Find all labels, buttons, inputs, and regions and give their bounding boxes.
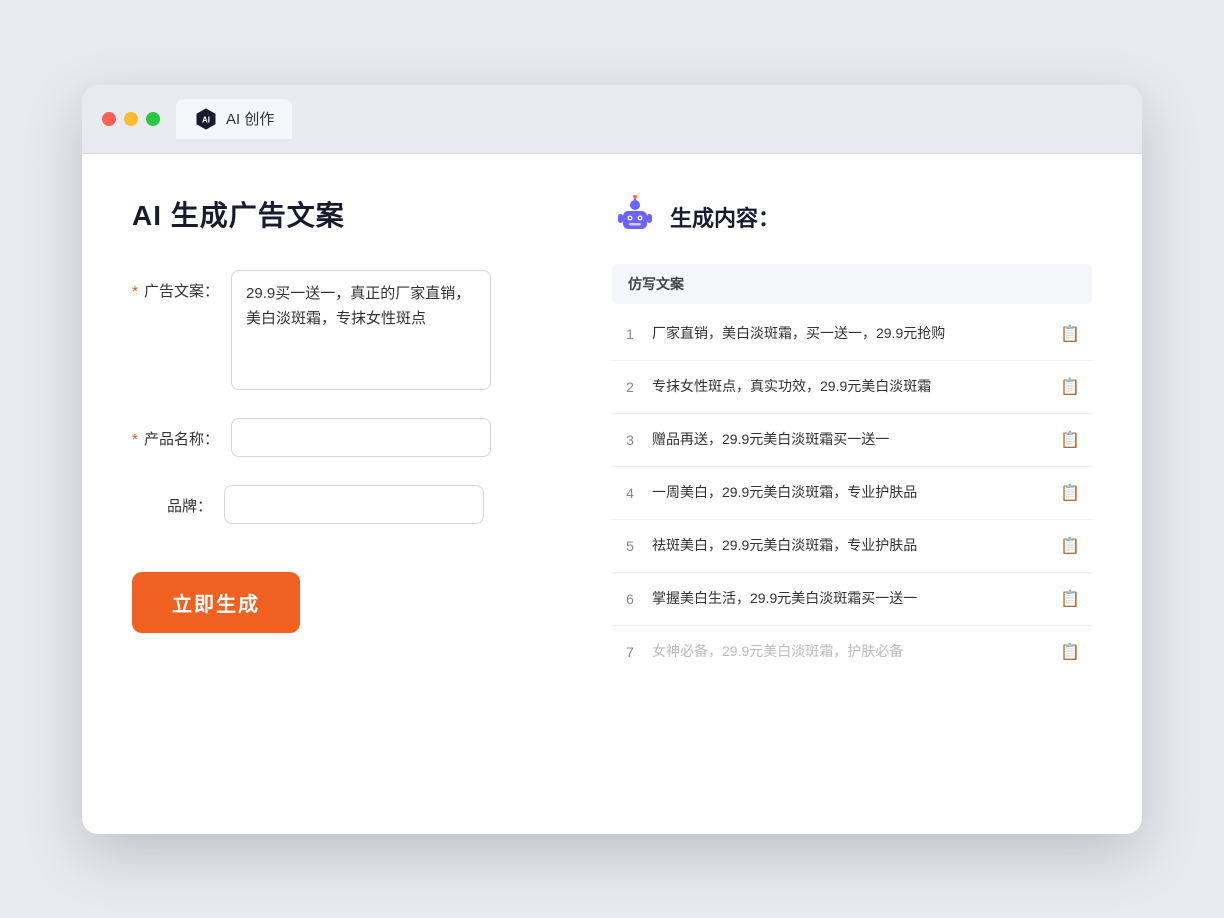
tab-label: AI 创作 <box>226 108 274 129</box>
input-brand[interactable]: 好白 <box>224 485 484 524</box>
list-item: 4 一周美白，29.9元美白淡斑霜，专业护肤品 📋 <box>612 467 1092 520</box>
list-item: 3 赠品再送，29.9元美白淡斑霜买一送一 📋 <box>612 414 1092 467</box>
generate-button[interactable]: 立即生成 <box>132 572 300 633</box>
label-product-name: * 产品名称： <box>132 418 219 449</box>
row-index: 2 <box>620 379 640 395</box>
input-product-name[interactable]: 美白淡斑霜 <box>231 418 491 457</box>
minimize-button[interactable] <box>124 112 138 126</box>
required-star-ad-copy: * <box>132 283 138 300</box>
titlebar: AI AI 创作 <box>82 85 1142 154</box>
copy-button[interactable]: 📋 <box>1056 375 1084 399</box>
left-panel: AI 生成广告文案 * 广告文案： 29.9买一送一，真正的厂家直销，美白淡斑霜… <box>132 194 552 794</box>
browser-tab[interactable]: AI AI 创作 <box>176 99 292 139</box>
result-table-header: 仿写文案 <box>612 264 1092 304</box>
form-group-product-name: * 产品名称： 美白淡斑霜 <box>132 418 552 457</box>
row-index: 4 <box>620 485 640 501</box>
browser-window: AI AI 创作 AI 生成广告文案 * 广告文案： 29.9买一送一，真正的厂… <box>82 85 1142 834</box>
page-title: AI 生成广告文案 <box>132 194 552 234</box>
robot-icon <box>612 194 658 240</box>
label-ad-copy: * 广告文案： <box>132 270 219 301</box>
copy-button[interactable]: 📋 <box>1056 640 1084 664</box>
copy-button[interactable]: 📋 <box>1056 481 1084 505</box>
row-text: 一周美白，29.9元美白淡斑霜，专业护肤品 <box>652 482 1044 503</box>
copy-button[interactable]: 📋 <box>1056 322 1084 346</box>
form-group-ad-copy: * 广告文案： 29.9买一送一，真正的厂家直销，美白淡斑霜，专抹女性斑点 <box>132 270 552 390</box>
list-item: 5 祛斑美白，29.9元美白淡斑霜，专业护肤品 📋 <box>612 520 1092 573</box>
close-button[interactable] <box>102 112 116 126</box>
traffic-lights <box>102 112 160 126</box>
maximize-button[interactable] <box>146 112 160 126</box>
row-index: 6 <box>620 591 640 607</box>
row-index: 3 <box>620 432 640 448</box>
row-index: 1 <box>620 326 640 342</box>
required-star-product-name: * <box>132 431 138 448</box>
row-text: 掌握美白生活，29.9元美白淡斑霜买一送一 <box>652 588 1044 609</box>
form-group-brand: 品牌： 好白 <box>132 485 552 524</box>
svg-text:AI: AI <box>202 115 210 124</box>
list-item: 2 专抹女性斑点，真实功效，29.9元美白淡斑霜 📋 <box>612 361 1092 414</box>
row-text: 厂家直销，美白淡斑霜，买一送一，29.9元抢购 <box>652 323 1044 344</box>
list-item: 1 厂家直销，美白淡斑霜，买一送一，29.9元抢购 📋 <box>612 308 1092 361</box>
ai-icon: AI <box>194 107 218 131</box>
row-text: 专抹女性斑点，真实功效，29.9元美白淡斑霜 <box>652 376 1044 397</box>
copy-button[interactable]: 📋 <box>1056 428 1084 452</box>
row-text: 祛斑美白，29.9元美白淡斑霜，专业护肤品 <box>652 535 1044 556</box>
row-index: 7 <box>620 644 640 660</box>
copy-button[interactable]: 📋 <box>1056 587 1084 611</box>
label-brand: 品牌： <box>132 485 212 516</box>
list-item: 7 女神必备，29.9元美白淡斑霜，护肤必备 📋 <box>612 626 1092 678</box>
result-title: 生成内容： <box>670 201 780 233</box>
list-item: 6 掌握美白生活，29.9元美白淡斑霜买一送一 📋 <box>612 573 1092 626</box>
row-index: 5 <box>620 538 640 554</box>
result-header: 生成内容： <box>612 194 1092 240</box>
copy-button[interactable]: 📋 <box>1056 534 1084 558</box>
row-text: 赠品再送，29.9元美白淡斑霜买一送一 <box>652 429 1044 450</box>
textarea-ad-copy[interactable]: 29.9买一送一，真正的厂家直销，美白淡斑霜，专抹女性斑点 <box>231 270 491 390</box>
result-list: 1 厂家直销，美白淡斑霜，买一送一，29.9元抢购 📋 2 专抹女性斑点，真实功效，29… <box>612 308 1092 678</box>
right-panel: 生成内容： 仿写文案 1 厂家直销，美白淡斑霜，买一送一，29.9元抢购 📋 2 专抹女… <box>612 194 1092 794</box>
browser-content: AI 生成广告文案 * 广告文案： 29.9买一送一，真正的厂家直销，美白淡斑霜… <box>82 154 1142 834</box>
row-text: 女神必备，29.9元美白淡斑霜，护肤必备 <box>652 641 1044 662</box>
